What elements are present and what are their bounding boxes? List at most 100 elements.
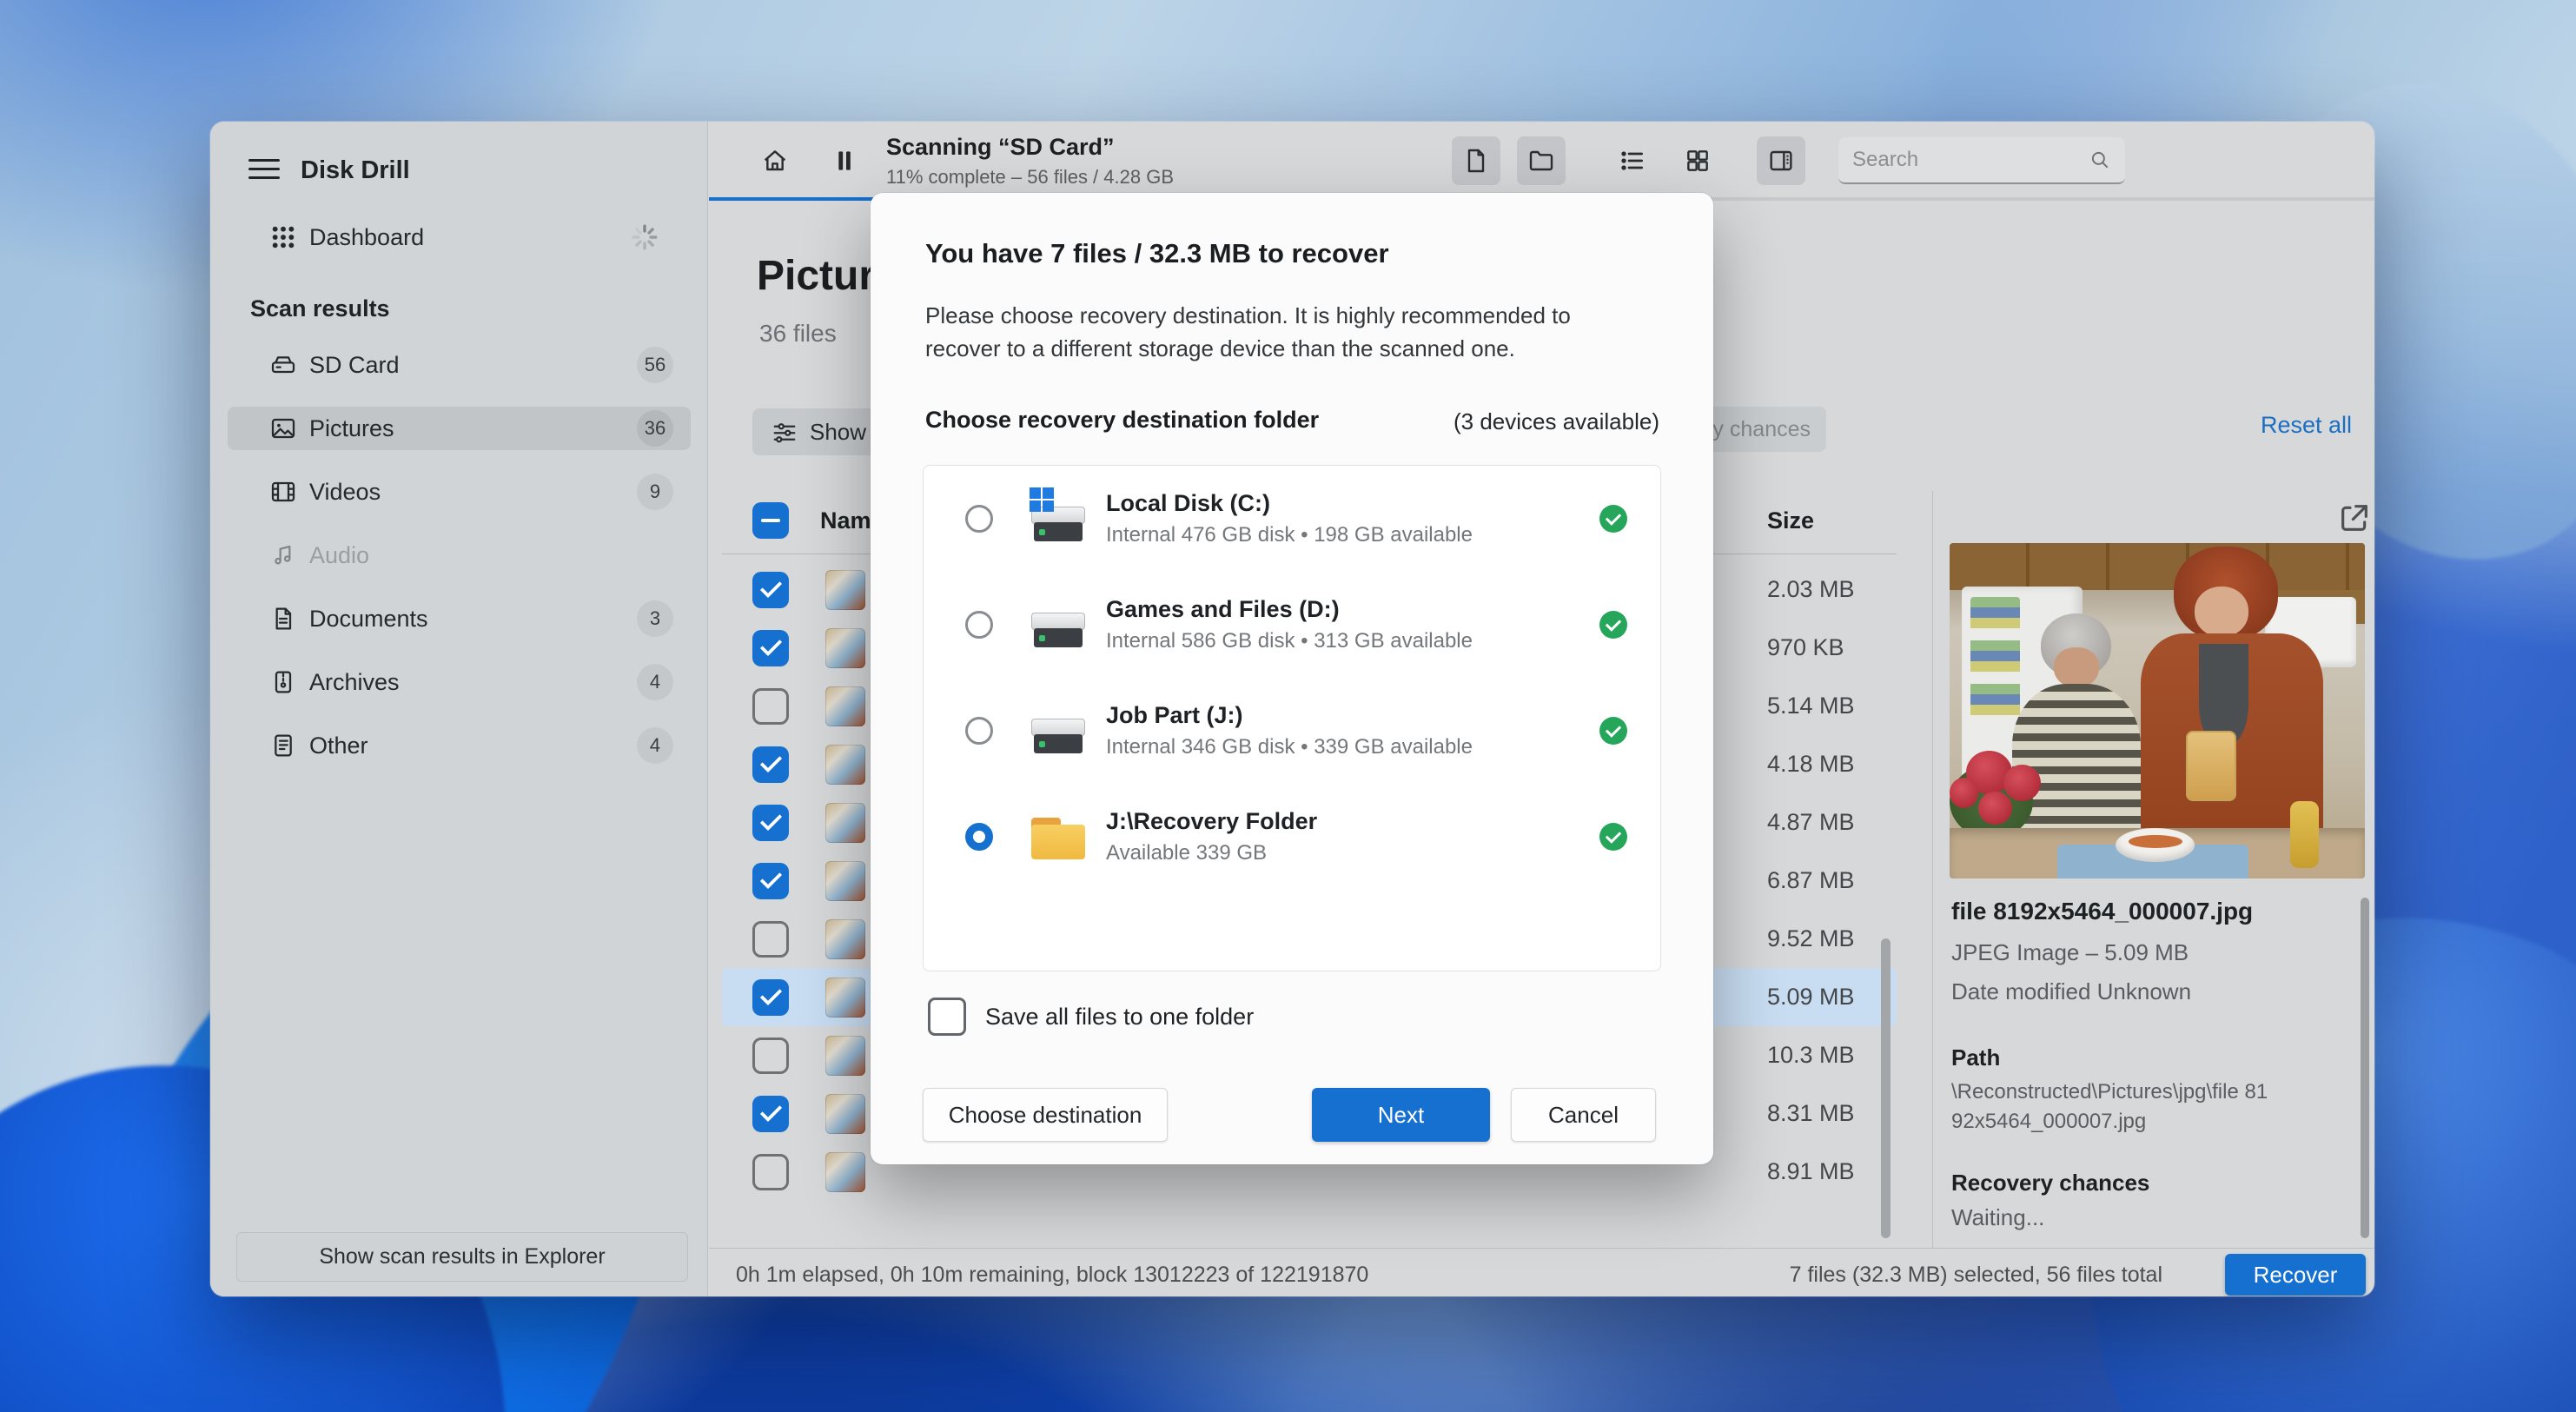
destination-option-games-and-files-d-[interactable]: Games and Files (D:) Internal 586 GB disk… (924, 572, 1660, 678)
destination-option-local-disk-c-[interactable]: Local Disk (C:) Internal 476 GB disk • 19… (924, 466, 1660, 572)
app-title: Disk Drill (301, 156, 410, 184)
file-size: 4.18 MB (1767, 751, 1855, 777)
file-thumbnail (825, 918, 865, 959)
checkbox-label: Save all files to one folder (985, 1003, 1255, 1030)
row-checkbox[interactable] (752, 1037, 789, 1074)
sidebar-item-other[interactable]: Other 4 (228, 724, 691, 767)
destination-name: Job Part (J:) (1106, 702, 1243, 728)
preview-scrollbar[interactable] (2361, 898, 2369, 1238)
row-checkbox[interactable] (752, 978, 789, 1016)
row-checkbox[interactable] (752, 1153, 789, 1190)
cancel-button[interactable]: Cancel (1511, 1088, 1656, 1142)
recover-button[interactable]: Recover (2225, 1254, 2366, 1296)
sidebar-item-label: SD Card (309, 351, 400, 378)
sidebar-item-audio[interactable]: Audio (228, 534, 691, 577)
row-checkbox[interactable] (752, 687, 789, 725)
folder-view-button[interactable] (1517, 136, 1566, 185)
destination-radio[interactable] (965, 611, 993, 639)
sidebar-item-dashboard[interactable]: Dashboard (228, 215, 691, 259)
show-scan-results-in-explorer-button[interactable]: Show scan results in Explorer (236, 1232, 688, 1282)
destination-ok-icon (1599, 611, 1627, 639)
row-checkbox[interactable] (752, 1095, 789, 1132)
dialog-body-text: Please choose recovery destination. It i… (925, 302, 1571, 361)
destination-name: J:\Recovery Folder (1106, 808, 1318, 834)
sidebar-item-label: Audio (309, 541, 370, 568)
file-size: 4.87 MB (1767, 809, 1855, 835)
destination-radio[interactable] (965, 823, 993, 851)
file-thumbnail (825, 1035, 865, 1076)
destination-option-j-recovery-folder[interactable]: J:\Recovery Folder Available 339 GB (924, 784, 1660, 890)
file-thumbnail (825, 860, 865, 901)
pause-scan-button[interactable] (820, 136, 869, 185)
file-view-button[interactable] (1452, 136, 1500, 185)
count-badge: 56 (637, 347, 673, 383)
select-all-checkbox[interactable] (752, 502, 789, 539)
file-thumbnail (825, 1151, 865, 1192)
file-size: 2.03 MB (1767, 576, 1855, 602)
toolbar: Scanning “SD Card” 11% complete – 56 fil… (709, 122, 2374, 201)
folder-icon (1030, 812, 1087, 861)
count-badge: 4 (637, 727, 673, 764)
checkbox-box[interactable] (928, 998, 966, 1036)
next-button[interactable]: Next (1312, 1088, 1490, 1142)
selection-summary: 7 files (32.3 MB) selected, 56 files tot… (1789, 1263, 2162, 1287)
sidebar-item-videos[interactable]: Videos 9 (228, 470, 691, 514)
destination-radio[interactable] (965, 505, 993, 533)
choose-destination-button[interactable]: Choose destination (923, 1088, 1168, 1142)
destination-text: Games and Files (D:) Internal 586 GB disk… (1106, 596, 1473, 653)
sidebar-item-label: Pictures (309, 414, 394, 441)
drive-icon (1030, 600, 1087, 649)
row-checkbox[interactable] (752, 862, 789, 899)
row-checkbox[interactable] (752, 629, 789, 666)
audio-icon (269, 541, 297, 569)
sidebar-item-archives[interactable]: Archives 4 (228, 660, 691, 704)
file-size: 5.09 MB (1767, 984, 1855, 1010)
file-count-subtitle: 36 files (759, 320, 837, 347)
list-view-button[interactable] (1608, 136, 1657, 185)
preview-date-modified: Date modified Unknown (1951, 978, 2192, 1004)
destination-details: Internal 476 GB disk • 198 GB available (1106, 523, 1473, 547)
file-size: 10.3 MB (1767, 1042, 1855, 1068)
grid-view-button[interactable] (1673, 136, 1722, 185)
preview-path-label: Path (1951, 1044, 2001, 1071)
file-thumbnail (825, 627, 865, 668)
home-button[interactable] (751, 136, 799, 185)
destination-radio[interactable] (965, 717, 993, 745)
row-checkbox[interactable] (752, 804, 789, 841)
scan-results-section-label: Scan results (250, 295, 390, 322)
sidebar-item-label: Dashboard (309, 223, 425, 250)
file-size: 5.14 MB (1767, 693, 1855, 719)
sidebar-item-pictures[interactable]: Pictures 36 (228, 407, 691, 450)
file-size: 6.87 MB (1767, 867, 1855, 893)
destination-list: Local Disk (C:) Internal 476 GB disk • 19… (923, 465, 1661, 971)
file-thumbnail (825, 744, 865, 785)
filter-icon (771, 419, 798, 445)
size-column-header[interactable]: Size (1767, 507, 1814, 534)
destination-ok-icon (1599, 717, 1627, 745)
panel-divider (1932, 491, 1933, 1249)
row-checkbox[interactable] (752, 746, 789, 783)
sidebar-item-label: Other (309, 732, 368, 759)
destination-option-job-part-j-[interactable]: Job Part (J:) Internal 346 GB disk • 339 … (924, 678, 1660, 784)
row-checkbox[interactable] (752, 571, 789, 608)
destination-ok-icon (1599, 505, 1627, 533)
table-scrollbar[interactable] (1881, 938, 1891, 1238)
file-size: 8.91 MB (1767, 1158, 1855, 1184)
file-thumbnail (825, 569, 865, 610)
preview-recovery-chances-label: Recovery chances (1951, 1170, 2150, 1196)
file-size: 8.31 MB (1767, 1100, 1855, 1126)
sidebar-item-sd-card[interactable]: SD Card 56 (228, 343, 691, 387)
archives-icon (269, 668, 297, 696)
sidebar-item-documents[interactable]: Documents 3 (228, 597, 691, 640)
recovery-destination-dialog: You have 7 files / 32.3 MB to recover Pl… (871, 193, 1713, 1164)
reset-all-link[interactable]: Reset all (2261, 412, 2352, 439)
save-all-files-checkbox[interactable]: Save all files to one folder (928, 998, 1254, 1036)
open-external-icon[interactable] (2337, 500, 2372, 535)
show-filter-label: Show (810, 418, 867, 445)
file-size: 970 KB (1767, 634, 1844, 660)
preview-panel-toggle-button[interactable] (1757, 136, 1805, 185)
row-checkbox[interactable] (752, 920, 789, 958)
destination-name: Games and Files (D:) (1106, 596, 1340, 622)
hamburger-menu-button[interactable] (248, 151, 287, 186)
search-input[interactable]: Search (1838, 137, 2125, 184)
